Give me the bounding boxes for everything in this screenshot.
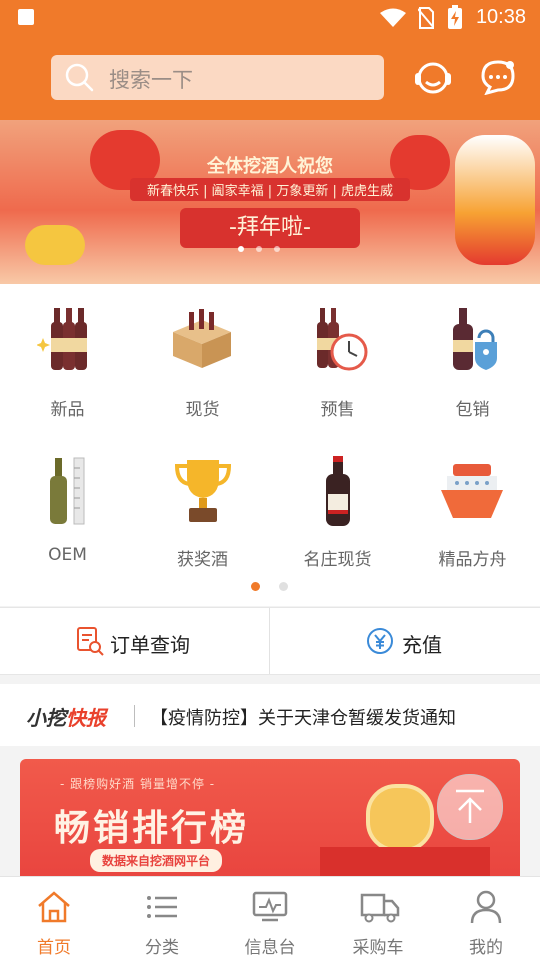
customer-service-icon[interactable] — [412, 58, 454, 98]
search-placeholder: 搜索一下 — [109, 68, 193, 92]
gold-medal-icon — [366, 784, 434, 852]
user-icon — [470, 890, 502, 924]
wifi-icon — [380, 8, 406, 27]
list-icon — [147, 896, 177, 918]
category-label: 新品 — [50, 400, 85, 420]
news-brand-suffix: 快报 — [66, 706, 106, 730]
nav-label: 首页 — [37, 938, 71, 958]
category-exclusive[interactable]: 包销 — [405, 284, 540, 434]
back-to-top-button[interactable] — [437, 774, 503, 840]
chateau-bottle-icon — [326, 456, 350, 526]
battery-charging-icon — [448, 5, 462, 29]
page-indicator-active — [251, 582, 260, 591]
arrow-up-icon — [456, 789, 484, 823]
category-oem[interactable]: OEM — [0, 434, 135, 584]
quick-actions-row: 订单查询 充值 — [0, 607, 540, 675]
category-label: 预售 — [320, 400, 355, 420]
lion-dance-illustration — [455, 135, 535, 265]
category-label: 精品方舟 — [438, 550, 507, 570]
banner-indicator — [274, 246, 280, 252]
trophy-icon — [174, 460, 232, 522]
promo-title: 畅销排行榜 — [54, 808, 250, 849]
banner-indicator — [238, 246, 244, 252]
clock: 10:38 — [475, 6, 526, 28]
divider — [134, 705, 135, 727]
banner-greeting: 全体挖酒人祝您 — [207, 156, 333, 177]
search-input[interactable]: 搜索一下 — [51, 55, 384, 100]
category-new[interactable]: 新品 — [0, 284, 135, 434]
no-sim-icon — [418, 7, 434, 29]
gold-ingot-icon — [25, 225, 85, 265]
top-header: 搜索一下 — [0, 36, 540, 120]
promo-banner[interactable]: 全体挖酒人祝您 新春快乐 | 阖家幸福 | 万象更新 | 虎虎生威 -拜年啦- — [0, 120, 540, 284]
nav-info-desk[interactable]: 信息台 — [216, 877, 324, 961]
nav-label: 我的 — [469, 938, 503, 958]
category-in-stock[interactable]: 现货 — [135, 284, 270, 434]
news-ticker[interactable]: 小挖快报 【疫情防控】关于天津仓暂缓发货通知 — [0, 684, 540, 746]
category-label: 包销 — [455, 400, 490, 420]
bottle-ruler-icon — [50, 457, 85, 525]
wine-bottles-icon — [37, 308, 87, 370]
order-query-icon — [77, 627, 104, 656]
nav-home[interactable]: 首页 — [0, 877, 108, 961]
news-brand-logo: 小挖快报 — [26, 702, 106, 731]
category-label: 现货 — [185, 400, 220, 420]
category-award-wine[interactable]: 获奖酒 — [135, 434, 270, 584]
monitor-chart-icon — [252, 891, 288, 922]
news-brand-prefix: 小挖 — [26, 706, 66, 730]
category-presale[interactable]: 预售 — [270, 284, 405, 434]
category-grid: 新品 现货 预售 包销 OEM 获奖酒 名庄现货 精品方舟 — [0, 284, 540, 606]
truck-icon — [360, 893, 400, 923]
category-label: OEM — [48, 545, 87, 565]
page-indicator — [279, 582, 288, 591]
category-boutique-ark[interactable]: 精品方舟 — [405, 434, 540, 584]
banner-wishes: 新春快乐 | 阖家幸福 | 万象更新 | 虎虎生威 — [130, 178, 410, 201]
recharge-button[interactable]: 充值 — [270, 608, 540, 674]
order-query-label: 订单查询 — [110, 633, 190, 657]
recharge-label: 充值 — [402, 633, 442, 657]
nav-label: 信息台 — [244, 938, 296, 958]
nav-category[interactable]: 分类 — [108, 877, 216, 961]
message-icon[interactable] — [480, 59, 516, 95]
promo-subtitle: - 跟榜购好酒 销量增不停 - — [60, 777, 216, 791]
order-query-button[interactable]: 订单查询 — [0, 608, 269, 674]
category-label: 名庄现货 — [303, 550, 372, 570]
wine-box-icon — [173, 309, 231, 368]
yen-icon — [367, 628, 393, 654]
banner-indicator — [256, 246, 262, 252]
bottles-clock-icon — [317, 308, 368, 371]
nav-cart[interactable]: 采购车 — [324, 877, 432, 961]
nav-mine[interactable]: 我的 — [432, 877, 540, 961]
news-headline[interactable]: 【疫情防控】关于天津仓暂缓发货通知 — [150, 704, 456, 730]
bottom-navigation: 首页 分类 信息台 采购车 我的 — [0, 876, 540, 961]
home-icon — [38, 891, 70, 923]
status-bar: 10:38 — [0, 0, 540, 36]
category-chateau[interactable]: 名庄现货 — [270, 434, 405, 584]
ship-icon — [441, 464, 503, 518]
nav-label: 采购车 — [352, 938, 404, 958]
app-notification-icon — [18, 9, 34, 25]
category-label: 获奖酒 — [177, 550, 228, 570]
nav-label: 分类 — [145, 938, 179, 958]
promo-source: 数据来自挖酒网平台 — [90, 849, 223, 872]
banner-title: -拜年啦- — [180, 208, 360, 248]
search-icon — [65, 63, 94, 92]
bottle-lock-icon — [453, 308, 497, 370]
